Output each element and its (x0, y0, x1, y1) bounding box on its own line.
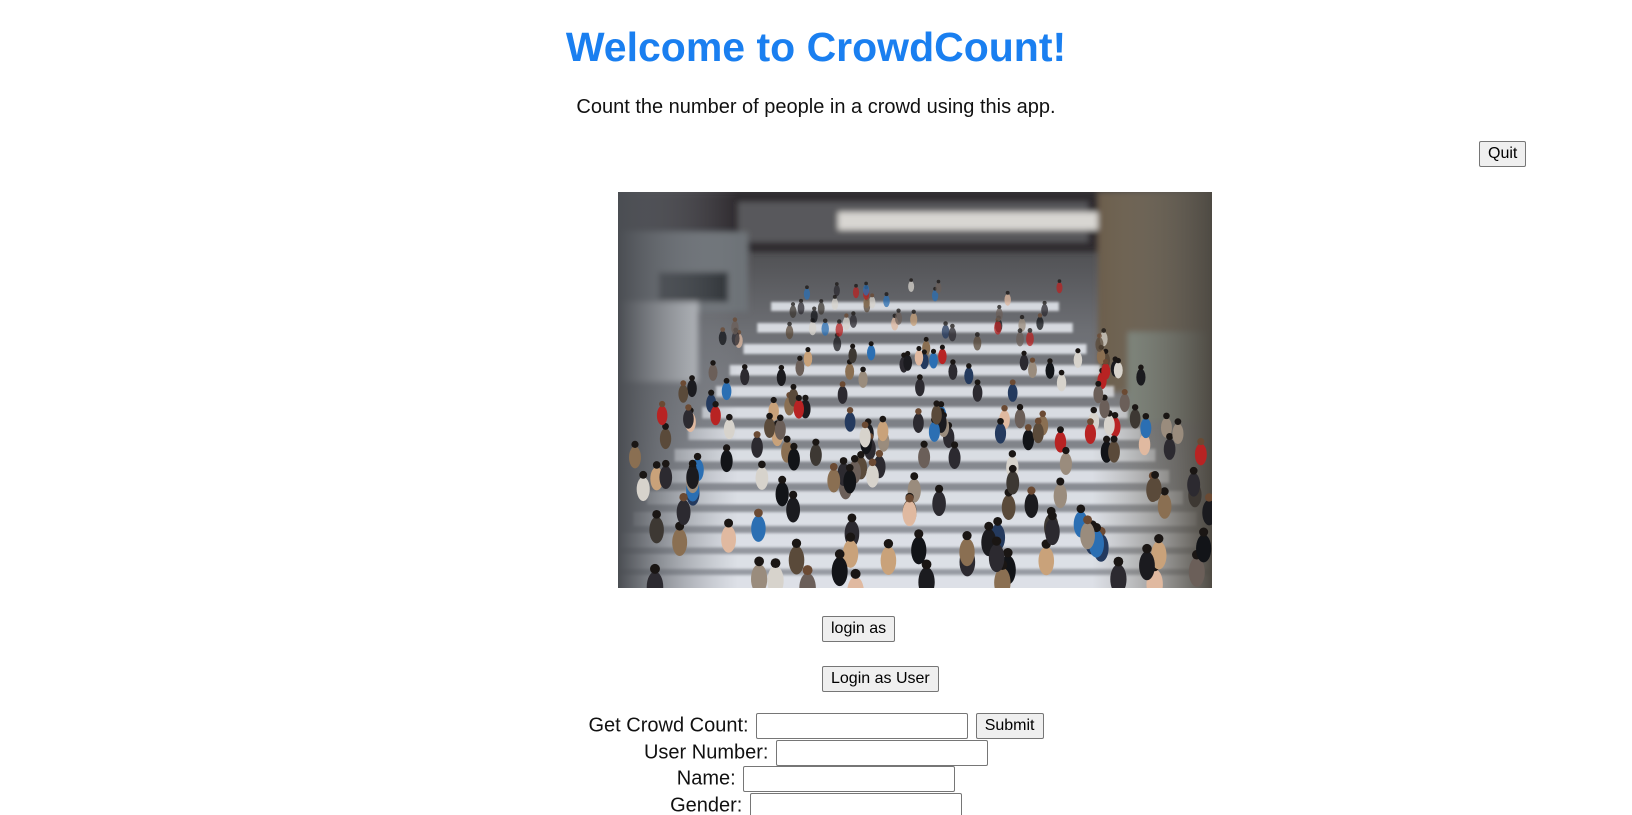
submit-button[interactable]: Submit (975, 713, 1044, 739)
page-subtitle: Count the number of people in a crowd us… (576, 96, 1056, 118)
gender-label: Gender: (670, 794, 743, 815)
login-as-button[interactable]: login as (822, 616, 896, 642)
gender-row: Gender: (0, 793, 1632, 815)
crowd-count-label: Get Crowd Count: (588, 714, 749, 737)
user-number-input[interactable] (776, 740, 989, 766)
crowd-count-row: Get Crowd Count: Submit (0, 713, 1632, 739)
login-as-user-button[interactable]: Login as User (822, 666, 939, 692)
page-title: Welcome to CrowdCount! (565, 24, 1067, 70)
user-number-row: User Number: (0, 740, 1632, 766)
quit-button[interactable]: Quit (1479, 141, 1527, 167)
user-number-label: User Number: (643, 741, 769, 764)
gender-input[interactable] (749, 793, 962, 815)
name-row: Name: (0, 766, 1632, 792)
crowd-count-input[interactable] (756, 713, 969, 739)
page: Welcome to CrowdCount! Count the number … (0, 0, 1632, 815)
crowd-photo (618, 192, 1212, 588)
name-input[interactable] (743, 766, 956, 792)
name-label: Name: (676, 767, 736, 790)
